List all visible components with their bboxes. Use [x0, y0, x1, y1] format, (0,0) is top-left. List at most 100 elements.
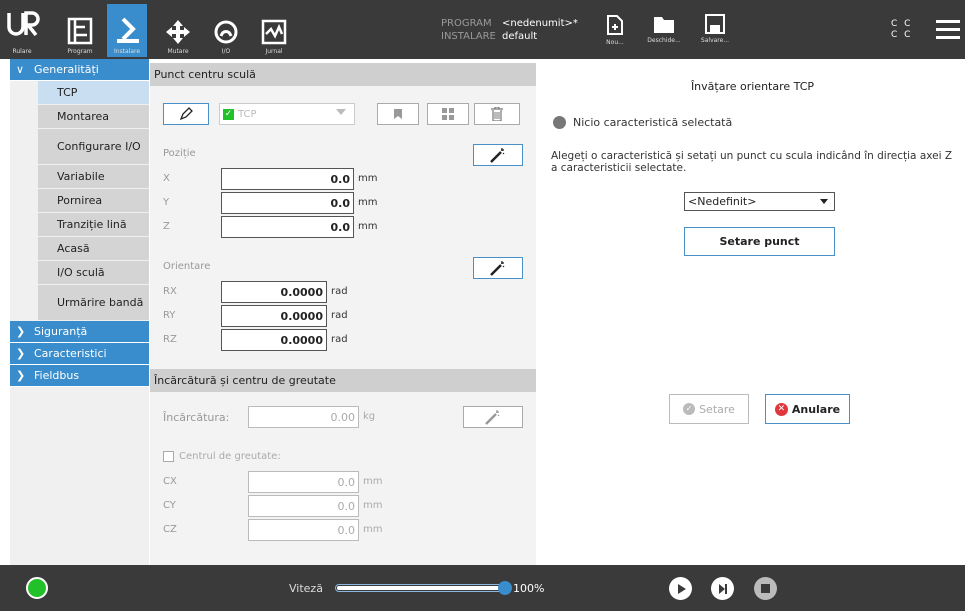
hamburger-menu-icon[interactable] — [936, 20, 960, 44]
status-indicator: C C C C — [891, 19, 913, 40]
set-button[interactable]: ✓ Setare — [669, 394, 749, 424]
nav-run[interactable]: Rulare — [0, 4, 44, 57]
x-field[interactable]: 0.0 — [221, 168, 354, 190]
rz-field[interactable]: 0.0000 — [221, 329, 327, 351]
z-field[interactable]: 0.0 — [221, 216, 354, 238]
tcp-panel: Punct centru sculă ✓ TCP Poziție X 0.0 m… — [150, 63, 536, 565]
speed-label: Viteză — [289, 582, 323, 595]
cy-unit: mm — [363, 500, 383, 511]
rx-label: RX — [163, 286, 177, 297]
cy-field[interactable]: 0.0 — [248, 495, 359, 517]
checkbox-checked-icon: ✓ — [223, 108, 234, 120]
play-button[interactable] — [669, 577, 692, 600]
move-icon — [166, 20, 190, 44]
orientation-wizard-button[interactable] — [473, 257, 523, 279]
grid-button[interactable] — [427, 103, 469, 125]
nav-move[interactable]: Mutare — [160, 4, 196, 57]
speed-slider-fill — [337, 586, 504, 590]
magic-wand-icon — [485, 410, 500, 425]
speed-slider[interactable] — [335, 581, 512, 595]
cancel-button[interactable]: ✕ Anulare — [765, 394, 850, 424]
new-file-icon — [607, 15, 623, 35]
rx-field[interactable]: 0.0000 — [221, 281, 327, 303]
orientation-label: Orientare — [163, 261, 211, 272]
trash-icon — [491, 107, 503, 121]
center-of-gravity-checkbox[interactable]: Centrul de greutate: — [163, 451, 281, 462]
status-dot-icon — [553, 116, 566, 129]
sidebar-item-io-setup[interactable]: Configurare I/O — [38, 129, 149, 165]
teach-orientation-panel: Învățare orientare TCP Nicio caracterist… — [540, 63, 965, 565]
sidebar-group-general[interactable]: ∨ Generalități — [10, 59, 149, 81]
sidebar-item-conveyor-tracking[interactable]: Urmărire bandă — [38, 285, 149, 321]
set-point-button[interactable]: Setare punct — [684, 227, 835, 256]
sidebar-item-home[interactable]: Acasă — [38, 237, 149, 261]
position-wizard-button[interactable] — [473, 144, 523, 166]
install-icon — [117, 17, 139, 43]
speed-value: 100% — [513, 582, 545, 595]
nav-io[interactable]: I/O — [208, 4, 244, 57]
cx-field[interactable]: 0.0 — [248, 471, 359, 493]
rz-label: RZ — [163, 334, 177, 345]
section-title-tcp: Punct centru sculă — [150, 63, 536, 86]
speed-slider-knob[interactable] — [498, 581, 512, 595]
payload-unit: kg — [363, 411, 376, 422]
panel-title: Învățare orientare TCP — [690, 80, 815, 93]
magic-wand-icon — [490, 261, 505, 276]
feature-status: Nicio caracteristică selectată — [553, 116, 732, 129]
sidebar-item-tcp[interactable]: TCP — [38, 81, 149, 105]
feature-dropdown[interactable]: <Nedefinit> — [684, 192, 835, 211]
new-file-button[interactable]: Nou... — [600, 14, 630, 46]
chevron-right-icon: ❯ — [16, 347, 26, 360]
payload-field[interactable]: 0.00 — [248, 406, 359, 428]
sidebar-item-tool-io[interactable]: I/O sculă — [38, 261, 149, 285]
step-icon — [718, 583, 727, 594]
payload-wizard-button[interactable] — [463, 406, 523, 428]
instructions-text: Alegeți o caracteristică și setați un pu… — [551, 150, 953, 174]
step-button[interactable] — [711, 577, 734, 600]
position-label: Poziție — [163, 148, 196, 159]
cx-unit: mm — [363, 476, 383, 487]
check-circle-icon: ✓ — [683, 403, 696, 415]
sidebar-item-variables[interactable]: Variabile — [38, 165, 149, 189]
rename-tcp-button[interactable] — [163, 103, 209, 125]
open-file-button[interactable]: Deschide... — [642, 14, 686, 44]
sidebar-item-startup[interactable]: Pornirea — [38, 189, 149, 213]
bookmark-icon — [394, 109, 402, 119]
log-icon — [261, 19, 287, 45]
bookmark-button[interactable] — [377, 103, 419, 125]
cy-label: CY — [163, 500, 176, 511]
nav-install[interactable]: Instalare — [107, 4, 147, 57]
sidebar-group-fieldbus[interactable]: ❯ Fieldbus — [10, 365, 149, 387]
program-info: PROGRAM <nedenumit>* INSTALARE default — [441, 18, 578, 42]
nav-log[interactable]: Jurnal — [256, 4, 292, 57]
sidebar-item-smooth-transition[interactable]: Tranziție lină — [38, 213, 149, 237]
cz-field[interactable]: 0.0 — [248, 519, 359, 541]
cx-label: CX — [163, 476, 177, 487]
stop-button[interactable] — [754, 577, 777, 600]
z-label: Z — [163, 221, 170, 232]
x-label: X — [163, 173, 170, 184]
stop-icon — [761, 584, 770, 593]
sidebar-group-safety[interactable]: ❯ Siguranță — [10, 321, 149, 343]
x-circle-icon: ✕ — [774, 402, 788, 416]
ry-field[interactable]: 0.0000 — [221, 305, 327, 327]
nav-program[interactable]: Program — [58, 4, 102, 57]
power-status-icon[interactable] — [26, 577, 48, 599]
checkbox-icon — [163, 451, 174, 462]
folder-icon — [654, 17, 674, 33]
grid-icon — [442, 108, 454, 120]
rz-unit: rad — [331, 334, 348, 345]
delete-button[interactable] — [474, 103, 520, 125]
save-icon — [705, 14, 725, 34]
top-bar: Rulare Program Instalare Mutare I/O Jurn… — [0, 0, 965, 59]
cz-unit: mm — [363, 524, 383, 535]
y-field[interactable]: 0.0 — [221, 192, 354, 214]
footer-bar: Viteză 100% — [0, 565, 965, 611]
sidebar-group-features[interactable]: ❯ Caracteristici — [10, 343, 149, 365]
payload-label: Încărcătura: — [163, 411, 230, 424]
section-title-payload: Încărcătură și centru de greutate — [150, 369, 536, 392]
tcp-select[interactable]: ✓ TCP — [219, 103, 355, 125]
magic-wand-icon — [490, 148, 505, 163]
sidebar-item-mounting[interactable]: Montarea — [38, 105, 149, 129]
save-file-button[interactable]: Salvare... — [697, 14, 733, 44]
